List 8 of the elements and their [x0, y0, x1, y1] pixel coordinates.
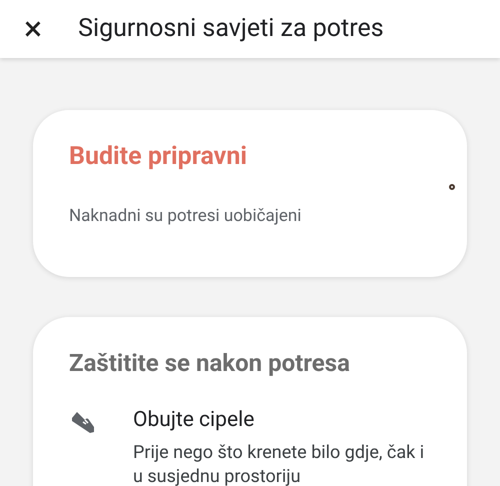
page-title: Sigurnosni savjeti za potres: [78, 13, 384, 46]
card-title: Zaštitite se nakon potresa: [69, 348, 351, 379]
card-subtitle: Naknadni su potresi uobičajeni: [69, 204, 302, 228]
intro-card[interactable]: Budite pripravni Naknadni su potresi uobičajeni: [33, 110, 467, 277]
close-button[interactable]: ×: [24, 12, 42, 46]
tip-text: Prije nego što krenete bilo gdje, čak i u susjednu prostoriju: [133, 440, 426, 486]
card-title: Budite pripravni: [69, 141, 248, 173]
tip-title: Obujte cipele: [133, 407, 256, 434]
